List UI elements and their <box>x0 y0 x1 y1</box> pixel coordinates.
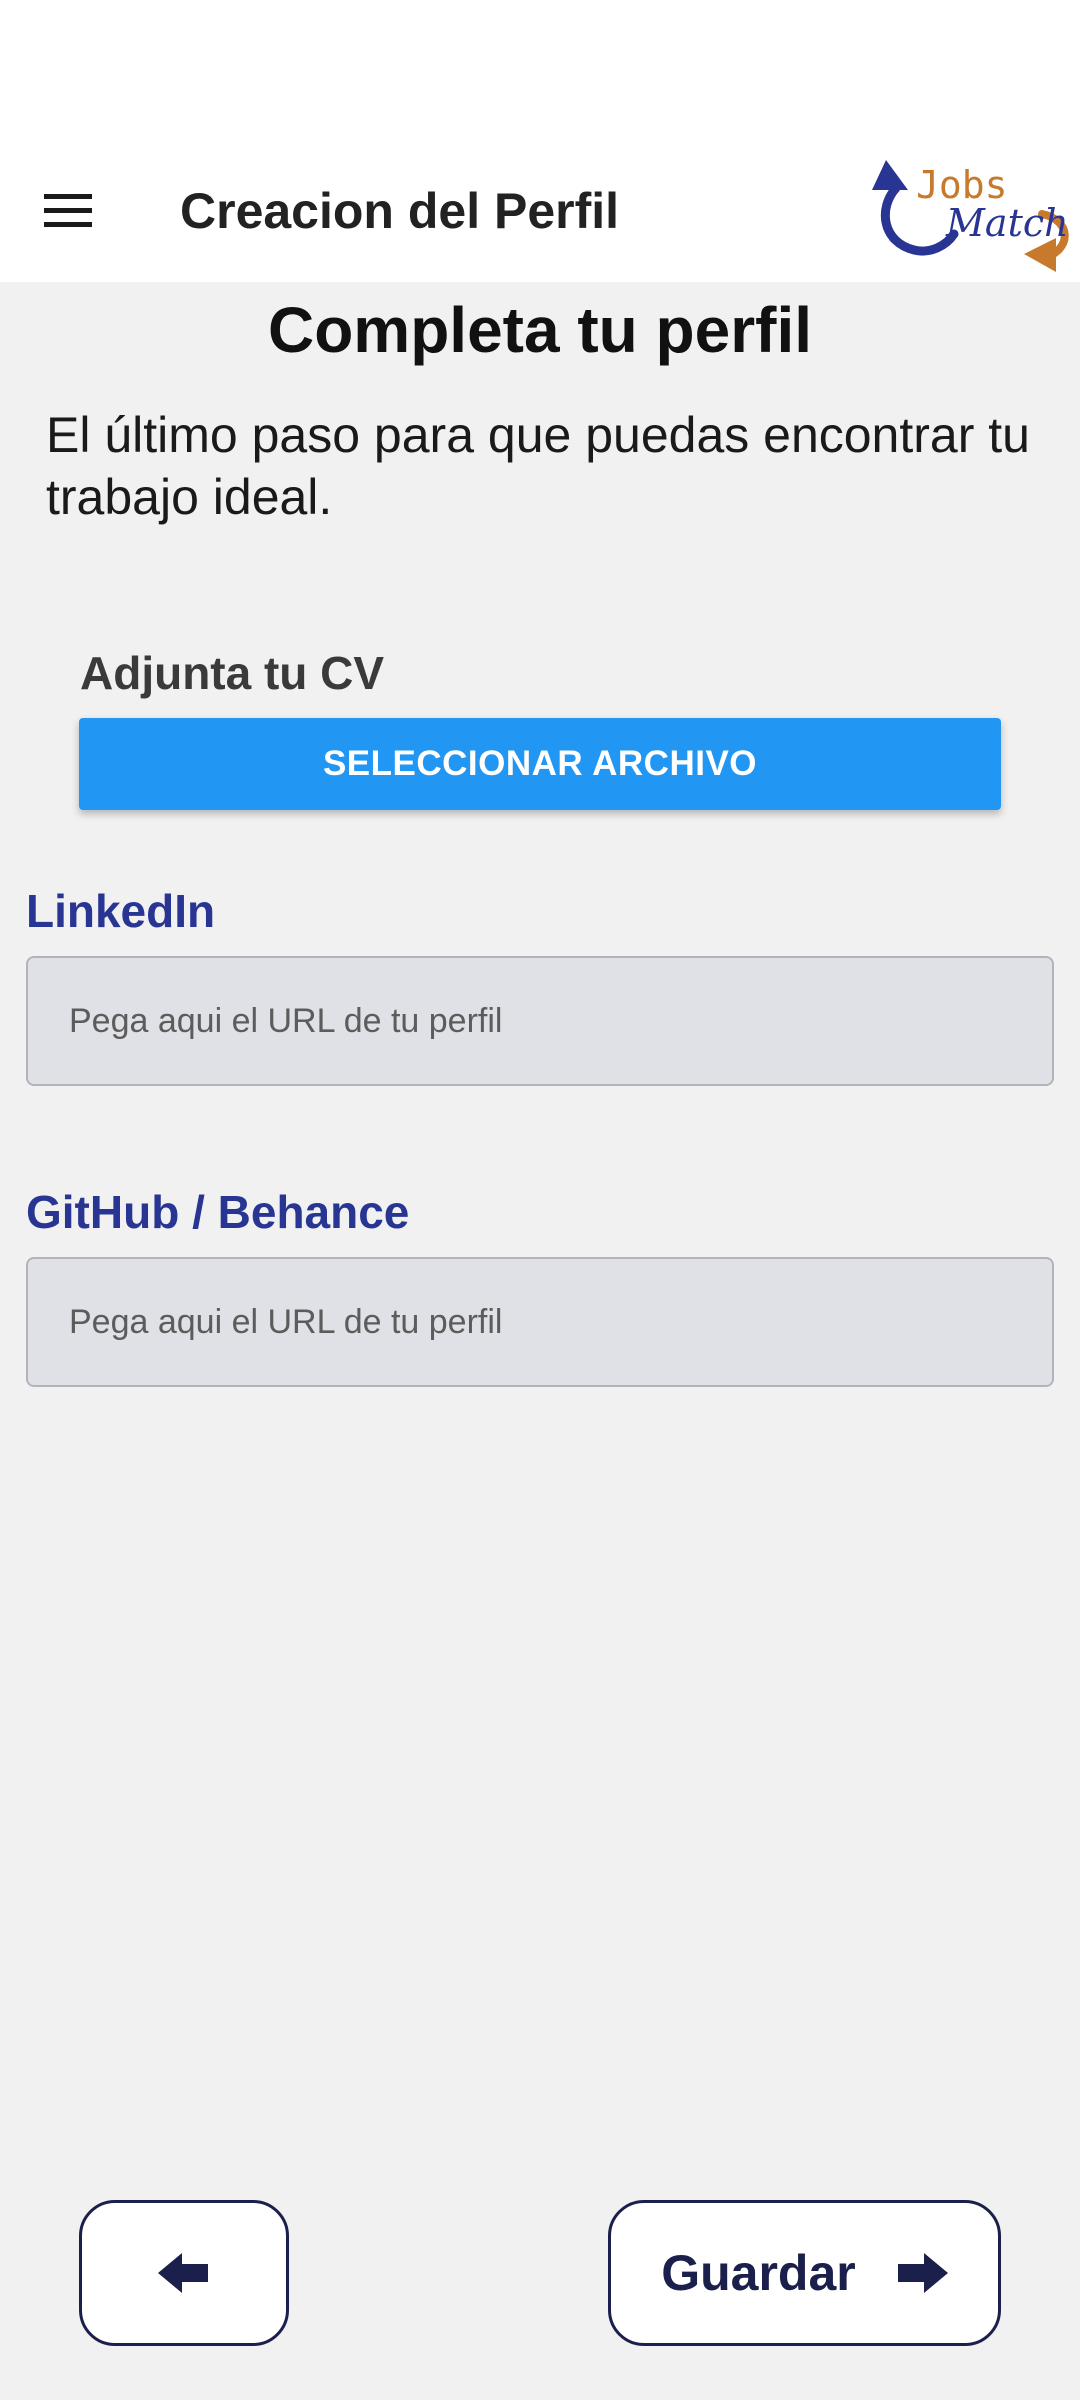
status-bar-area <box>0 0 1080 140</box>
menu-button[interactable] <box>30 176 106 246</box>
page-subtitle: El último paso para que puedas encontrar… <box>46 407 1030 525</box>
linkedin-url-input[interactable] <box>26 956 1054 1086</box>
app-bar: Creacion del Perfil Jobs Match <box>0 140 1080 282</box>
app-bar-title: Creacion del Perfil <box>180 183 620 239</box>
hamburger-menu-icon <box>44 194 92 227</box>
logo-text-match: Match <box>945 201 1069 245</box>
select-file-button[interactable]: SELECCIONAR ARCHIVO <box>79 718 1001 810</box>
page-title: Completa tu perfil <box>267 294 813 366</box>
save-button-label: Guardar <box>661 2245 856 2301</box>
back-button[interactable] <box>79 2200 289 2346</box>
github-behance-label: GitHub / Behance <box>26 1186 410 1238</box>
cv-label: Adjunta tu CV <box>80 647 385 699</box>
save-button[interactable]: Guardar <box>608 2200 1001 2346</box>
jobs-match-logo: Jobs Match <box>872 160 1069 272</box>
arrow-right-icon <box>897 2253 948 2293</box>
github-behance-url-input[interactable] <box>26 1257 1054 1387</box>
arrow-left-icon <box>158 2253 208 2293</box>
linkedin-label: LinkedIn <box>26 885 216 937</box>
